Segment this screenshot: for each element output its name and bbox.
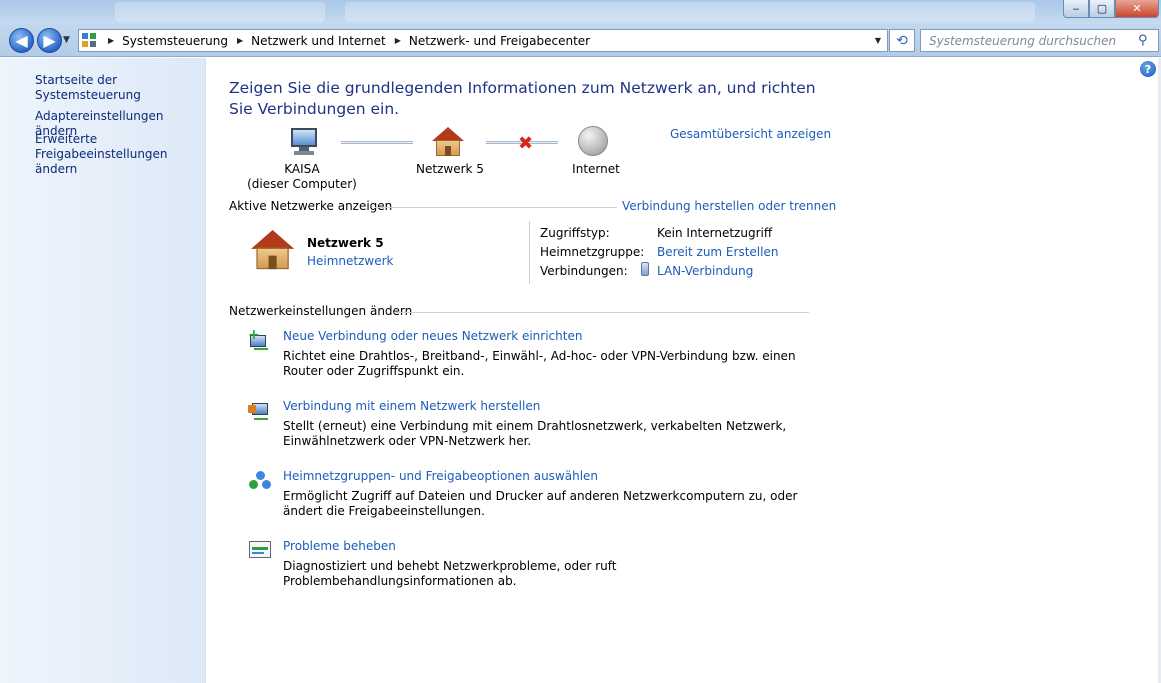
- connections-label: Verbindungen:: [540, 264, 628, 278]
- help-button[interactable]: ?: [1140, 61, 1156, 77]
- task-connect-network-link[interactable]: Verbindung mit einem Netzwerk herstellen: [283, 399, 540, 413]
- sidebar-item-control-panel-home[interactable]: Startseite der Systemsteuerung: [35, 73, 205, 103]
- full-map-link[interactable]: Gesamtübersicht anzeigen: [670, 127, 831, 141]
- computer-icon[interactable]: [289, 128, 319, 156]
- breadcrumb-freigabecenter[interactable]: Netzwerk- und Freigabecenter: [409, 34, 590, 48]
- page-title: Zeigen Sie die grundlegenden Information…: [229, 79, 816, 118]
- title-bar-glass: [115, 2, 325, 22]
- title-bar-glass: [345, 2, 1035, 22]
- title-bar: ‒ ▢ ✕: [0, 0, 1161, 24]
- access-type-value: Kein Internetzugriff: [657, 226, 773, 240]
- vertical-divider: [529, 221, 530, 284]
- section-divider: [394, 312, 809, 313]
- new-connection-icon: +: [248, 328, 272, 351]
- lan-connection-link[interactable]: LAN-Verbindung: [657, 264, 753, 278]
- minimize-button[interactable]: ‒: [1063, 0, 1089, 18]
- sidebar-item-advanced-sharing[interactable]: Erweiterte Freigabeeinstellungen ändern: [35, 132, 200, 177]
- task-new-connection-link[interactable]: Neue Verbindung oder neues Netzwerk einr…: [283, 329, 582, 343]
- search-icon[interactable]: ⚲: [1138, 33, 1158, 48]
- control-panel-icon: [82, 32, 98, 49]
- change-settings-heading: Netzwerkeinstellungen ändern: [229, 304, 413, 318]
- breadcrumb-separator-icon[interactable]: ▶: [395, 36, 401, 45]
- internet-globe-icon[interactable]: [578, 126, 608, 156]
- homegroup-sharing-icon: [248, 469, 272, 491]
- task-troubleshoot-link[interactable]: Probleme beheben: [283, 539, 396, 553]
- connect-to-network-icon: [248, 399, 272, 421]
- computer-name: KAISA: [284, 162, 320, 176]
- home-network-icon[interactable]: [432, 127, 464, 157]
- back-arrow-icon: ◀: [15, 31, 28, 50]
- address-dropdown-icon[interactable]: ▼: [869, 30, 887, 51]
- search-box[interactable]: Systemsteuerung durchsuchen ⚲: [920, 29, 1159, 52]
- task-connect-network-desc: Stellt (erneut) eine Verbindung mit eine…: [283, 419, 787, 448]
- forward-button[interactable]: ▶: [37, 28, 62, 53]
- homegroup-link[interactable]: Bereit zum Erstellen: [657, 245, 778, 259]
- task-homegroup-desc: Ermöglicht Zugriff auf Dateien und Druck…: [283, 489, 798, 518]
- active-networks-heading: Aktive Netzwerke anzeigen: [229, 199, 393, 213]
- map-internet-label: Internet: [572, 162, 620, 176]
- close-button[interactable]: ✕: [1115, 0, 1159, 18]
- left-navigation-pane: Startseite der Systemsteuerung Adapterei…: [0, 58, 206, 683]
- maximize-button[interactable]: ▢: [1089, 0, 1115, 18]
- close-icon: ✕: [1132, 2, 1142, 15]
- recent-pages-dropdown-icon[interactable]: ▼: [63, 35, 70, 45]
- no-connection-x-icon: ✖: [518, 133, 534, 154]
- refresh-button[interactable]: ⟲: [889, 29, 915, 52]
- map-link-line: [341, 141, 413, 144]
- forward-arrow-icon: ▶: [43, 31, 56, 50]
- active-network-name: Netzwerk 5: [307, 236, 384, 250]
- breadcrumb-separator-icon[interactable]: ▶: [108, 36, 114, 45]
- task-new-connection-desc: Richtet eine Drahtlos-, Breitband-, Einw…: [283, 349, 796, 378]
- homegroup-label: Heimnetzgruppe:: [540, 245, 645, 259]
- breadcrumb-separator-icon[interactable]: ▶: [237, 36, 243, 45]
- troubleshoot-icon: [248, 539, 272, 561]
- refresh-icon: ⟲: [896, 32, 908, 49]
- breadcrumb-netzwerk-und-internet[interactable]: Netzwerk und Internet: [251, 34, 386, 48]
- window-controls: ‒ ▢ ✕: [1063, 0, 1159, 18]
- task-troubleshoot-desc: Diagnostiziert und behebt Netzwerkproble…: [283, 559, 617, 588]
- address-bar[interactable]: ▶ Systemsteuerung ▶ Netzwerk und Interne…: [78, 29, 888, 52]
- task-homegroup-link[interactable]: Heimnetzgruppen- und Freigabeoptionen au…: [283, 469, 598, 483]
- connect-disconnect-link[interactable]: Verbindung herstellen oder trennen: [622, 199, 836, 213]
- help-icon: ?: [1144, 62, 1152, 76]
- access-type-label: Zugriffstyp:: [540, 226, 610, 240]
- map-computer-label: KAISA (dieser Computer): [246, 162, 358, 192]
- maximize-icon: ▢: [1096, 2, 1108, 15]
- breadcrumb: ▶ Systemsteuerung ▶ Netzwerk und Interne…: [102, 34, 590, 48]
- minimize-icon: ‒: [1072, 2, 1080, 15]
- map-network-label: Netzwerk 5: [416, 162, 484, 176]
- back-button[interactable]: ◀: [9, 28, 34, 53]
- network-type-link[interactable]: Heimnetzwerk: [307, 254, 394, 268]
- home-network-large-icon: [251, 230, 310, 284]
- lan-plug-icon: [641, 262, 649, 276]
- section-divider: [375, 207, 617, 208]
- computer-subtitle: (dieser Computer): [247, 177, 357, 191]
- search-input[interactable]: Systemsteuerung durchsuchen: [929, 34, 1138, 48]
- breadcrumb-systemsteuerung[interactable]: Systemsteuerung: [122, 34, 228, 48]
- navigation-bar: ◀ ▶ ▼ ▶ Systemsteuerung ▶ Netzwerk und I…: [0, 24, 1161, 57]
